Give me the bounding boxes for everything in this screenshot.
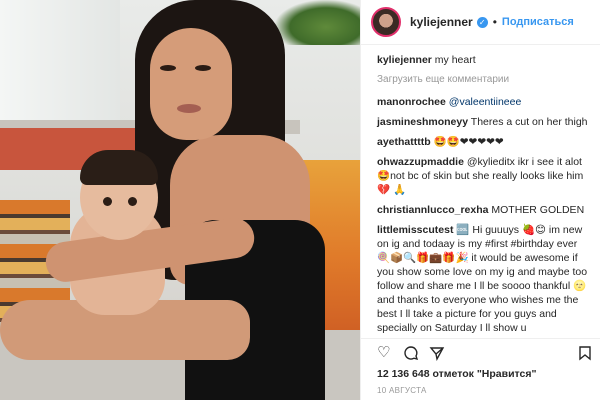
baby-eye	[103, 197, 112, 206]
comment-text: Theres a cut on her thigh	[470, 116, 588, 128]
comment-item: manonrochee @valeentiineee	[377, 95, 591, 109]
comment-text: my heart	[434, 54, 476, 66]
post-side-panel: kyliejenner ✓ • Подписаться kyliejenner …	[360, 0, 600, 400]
comment-icon[interactable]	[403, 345, 419, 361]
comments-list: kyliejenner my heart Загрузить еще комме…	[361, 45, 600, 338]
action-bar: ♡	[361, 338, 600, 363]
comment-text: MOTHER GOLDEN	[491, 204, 585, 216]
comment-text[interactable]: @valeentiineee	[449, 96, 522, 108]
comment-item: ohwazzupmaddie @kylieditx ikr i see it a…	[377, 155, 591, 197]
woman-face	[150, 28, 232, 140]
share-icon[interactable]	[429, 345, 445, 362]
avatar[interactable]	[371, 7, 401, 37]
comment-username[interactable]: jasmineshmoneyy	[377, 116, 468, 128]
post-date: 10 АВГУСТА	[377, 386, 427, 395]
plant	[275, 0, 360, 45]
instagram-post: kyliejenner ✓ • Подписаться kyliejenner …	[0, 0, 600, 400]
separator-dot: •	[492, 15, 497, 29]
baby-eye	[128, 197, 137, 206]
post-photo[interactable]	[0, 0, 360, 400]
comment-username[interactable]: manonrochee	[377, 96, 446, 108]
heart-icon[interactable]: ♡	[377, 345, 393, 361]
comment-username[interactable]: kyliejenner	[377, 54, 432, 66]
comment-text: 🤩🤩❤❤❤❤❤	[433, 136, 504, 148]
woman-lips	[177, 104, 201, 113]
woman-eye	[160, 65, 176, 71]
bookmark-icon[interactable]	[577, 345, 593, 361]
comment-text: 🆒 Hi guuuys 🍓😊 im new on ig and todaay i…	[377, 224, 588, 334]
header-username[interactable]: kyliejenner	[410, 15, 473, 29]
likes-count[interactable]: 12 136 648 отметок "Нравится"	[377, 368, 537, 380]
verified-badge-icon: ✓	[476, 16, 488, 28]
caption: kyliejenner my heart	[377, 53, 591, 67]
comment-username[interactable]: littlemisscutest	[377, 224, 453, 236]
comment-item: littlemisscutest 🆒 Hi guuuys 🍓😊 im new o…	[377, 223, 591, 335]
comment-username[interactable]: christiannlucco_rexha	[377, 204, 488, 216]
follow-button[interactable]: Подписаться	[502, 16, 574, 28]
baby-hair	[80, 150, 158, 185]
comment-item: ayethattttb 🤩🤩❤❤❤❤❤	[377, 135, 591, 149]
load-more-comments[interactable]: Загрузить еще комментарии	[377, 73, 591, 87]
comment-username[interactable]: ayethattttb	[377, 136, 431, 148]
comment-item: christiannlucco_rexha MOTHER GOLDEN	[377, 203, 591, 217]
post-header: kyliejenner ✓ • Подписаться	[361, 0, 600, 45]
comment-item: jasmineshmoneyy Theres a cut on her thig…	[377, 115, 591, 129]
comment-username[interactable]: ohwazzupmaddie	[377, 156, 464, 168]
window	[0, 0, 120, 140]
woman-eye	[195, 65, 211, 71]
